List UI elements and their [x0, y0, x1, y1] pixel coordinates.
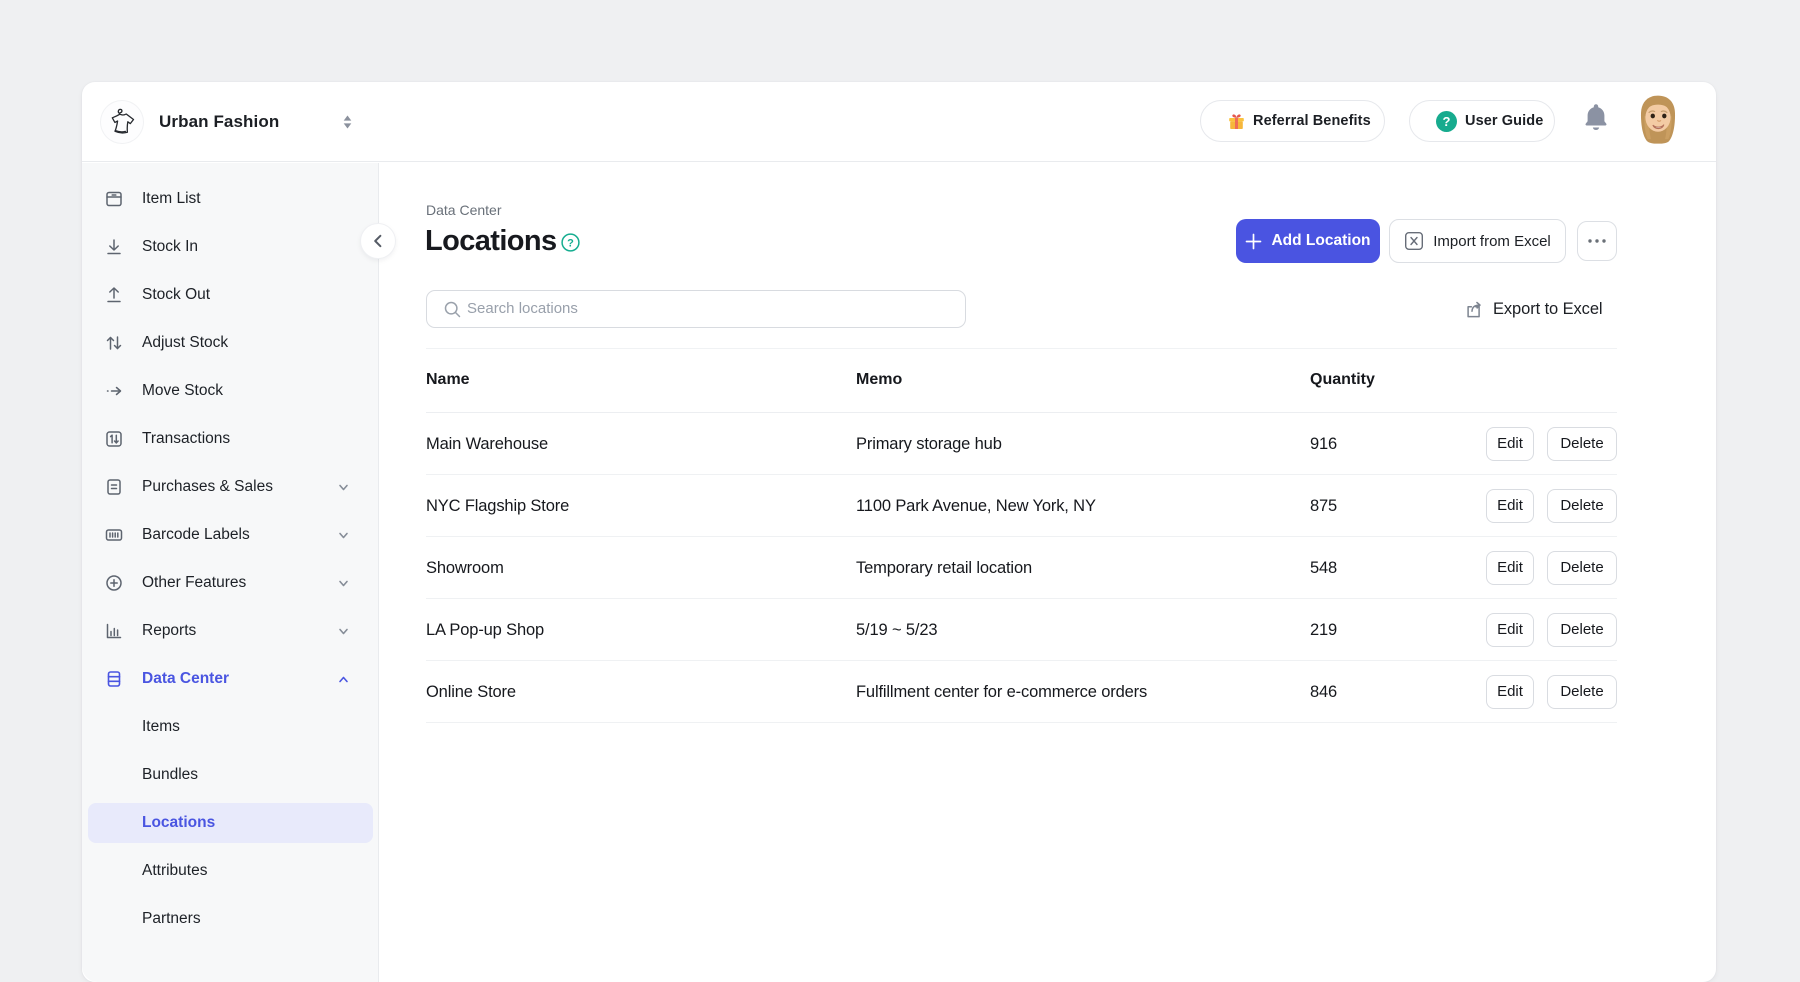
svg-text:?: ?	[1442, 114, 1450, 129]
svg-text:?: ?	[567, 238, 574, 250]
